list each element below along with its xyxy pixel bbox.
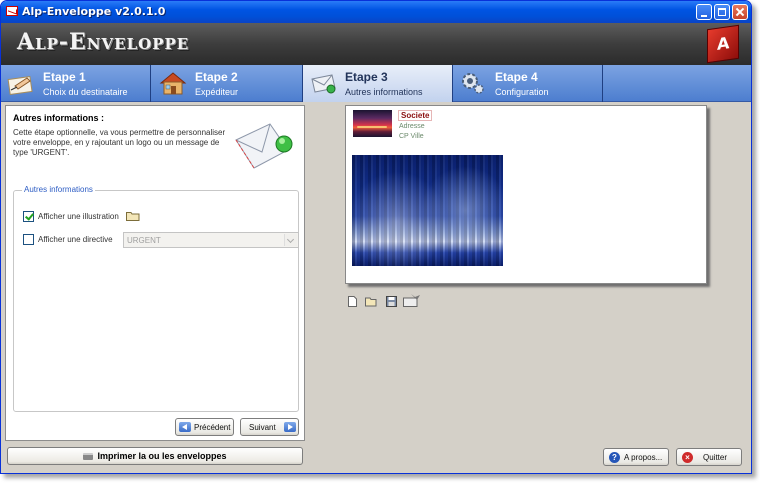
tab-etape-1[interactable]: Etape 1 Choix du destinataire — [1, 65, 151, 102]
open-folder-icon[interactable] — [365, 296, 378, 307]
writing-hand-icon — [7, 75, 33, 96]
tab-subtitle: Autres informations — [345, 87, 423, 97]
close-circle-icon: × — [682, 452, 693, 463]
tab-title: Etape 1 — [43, 70, 86, 84]
help-icon: ? — [609, 452, 620, 463]
tab-subtitle: Choix du destinataire — [43, 87, 128, 97]
app-logo-icon: A — [707, 24, 739, 64]
tab-etape-4[interactable]: Etape 4 Configuration — [453, 65, 603, 102]
open-image-icon[interactable] — [403, 293, 421, 307]
envelope-icon — [311, 74, 336, 94]
title-bar[interactable]: Alp-Enveloppe v2.0.1.0 — [1, 1, 751, 23]
printer-icon — [83, 453, 94, 460]
header-banner: Alp-Enveloppe A — [1, 23, 751, 65]
app-icon — [6, 6, 18, 16]
new-file-icon[interactable] — [347, 296, 358, 307]
gears-icon — [462, 73, 484, 94]
quit-label: Quitter — [703, 453, 728, 462]
tab-etape-2[interactable]: Etape 2 Expéditeur — [153, 65, 303, 102]
quit-button[interactable]: × Quitter — [676, 448, 742, 466]
previous-label: Précédent — [194, 423, 231, 432]
window-title: Alp-Enveloppe v2.0.1.0 — [22, 5, 166, 18]
options-panel: Autres informations : Cette étape option… — [5, 105, 305, 441]
steps-tab-bar: Etape 1 Choix du destinataire Etape 2 Ex… — [1, 65, 751, 102]
illustration-checkbox[interactable] — [23, 211, 34, 222]
directive-select[interactable]: URGENT — [123, 232, 299, 248]
tab-subtitle: Expéditeur — [195, 87, 239, 97]
illustration-label: Afficher une illustration — [38, 212, 119, 221]
print-label: Imprimer la ou les enveloppes — [97, 451, 227, 461]
tab-title: Etape 2 — [195, 70, 238, 84]
previous-button[interactable]: Précédent — [175, 418, 234, 436]
minimize-button[interactable] — [696, 4, 712, 20]
print-button[interactable]: Imprimer la ou les enveloppes — [7, 447, 303, 465]
directive-value: URGENT — [127, 236, 161, 245]
other-info-group: Autres informations Afficher une illustr… — [13, 185, 299, 412]
sender-name: Societe — [398, 110, 433, 121]
panel-description: Cette étape optionnelle, va vous permett… — [13, 128, 226, 157]
panel-heading: Autres informations : — [13, 113, 105, 123]
arrow-right-icon — [284, 422, 296, 432]
save-icon[interactable] — [386, 296, 397, 307]
about-label: A propos... — [624, 453, 663, 462]
sender-city: CP Ville — [399, 133, 424, 140]
app-window: Alp-Enveloppe v2.0.1.0 Alp-Enveloppe A E… — [0, 0, 752, 474]
group-title: Autres informations — [22, 185, 95, 194]
arrow-left-icon — [179, 422, 191, 432]
tab-title: Etape 4 — [495, 70, 538, 84]
house-icon — [159, 72, 187, 95]
maximize-button[interactable] — [714, 4, 730, 20]
sender-logo-image — [353, 110, 392, 137]
tab-title: Etape 3 — [345, 70, 388, 84]
envelope-preview: Societe Adresse CP Ville — [345, 105, 707, 284]
next-label: Suivant — [249, 423, 276, 432]
directive-checkbox[interactable] — [23, 234, 34, 245]
directive-label: Afficher une directive — [38, 235, 113, 244]
app-logo-text: Alp-Enveloppe — [17, 29, 190, 55]
about-button[interactable]: ? A propos... — [603, 448, 669, 466]
chevron-down-icon[interactable] — [284, 234, 297, 246]
tab-etape-3[interactable]: Etape 3 Autres informations — [303, 65, 453, 102]
illustration-image — [352, 155, 503, 266]
next-button[interactable]: Suivant — [240, 418, 299, 436]
logo-badge: A — [717, 33, 730, 54]
sender-address: Adresse — [399, 123, 425, 130]
envelope-icon — [235, 123, 293, 169]
tab-subtitle: Configuration — [495, 87, 549, 97]
folder-icon[interactable] — [126, 211, 140, 221]
close-button[interactable] — [732, 4, 748, 20]
